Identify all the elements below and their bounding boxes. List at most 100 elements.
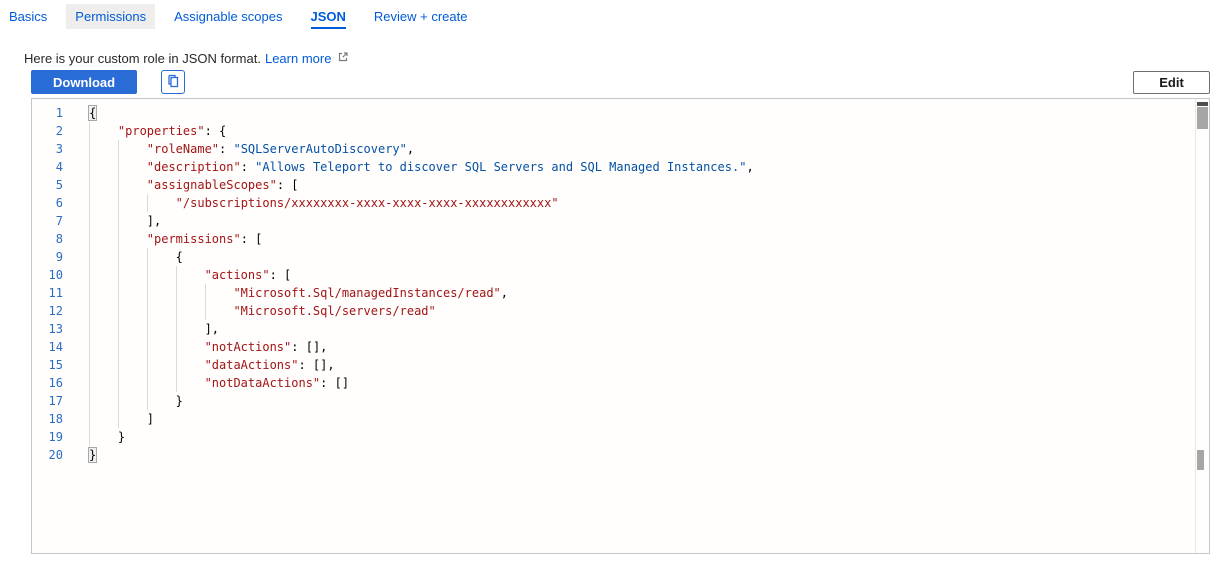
indent-guide bbox=[118, 410, 147, 428]
line-content: "description": "Allows Teleport to disco… bbox=[89, 158, 754, 176]
indent-guide bbox=[176, 302, 205, 320]
indent-guide bbox=[147, 302, 176, 320]
tab-assignable-scopes[interactable]: Assignable scopes bbox=[165, 4, 291, 29]
copy-button[interactable] bbox=[161, 70, 185, 94]
indent-guide bbox=[118, 356, 147, 374]
line-number: 11 bbox=[32, 284, 63, 302]
indent-guide bbox=[89, 140, 118, 158]
code-line: 8"permissions": [ bbox=[32, 230, 1195, 248]
indent-guide bbox=[118, 140, 147, 158]
line-content: } bbox=[89, 446, 96, 464]
code-line: 16 "notDataActions": [] bbox=[32, 374, 1195, 392]
indent-guide bbox=[89, 212, 118, 230]
editor-scrollbar[interactable] bbox=[1195, 99, 1209, 553]
line-content: "/subscriptions/xxxxxxxx-xxxx-xxxx-xxxx-… bbox=[89, 194, 559, 212]
line-number: 17 bbox=[32, 392, 63, 410]
line-content: "notActions": [], bbox=[89, 338, 327, 356]
line-number: 20 bbox=[32, 446, 63, 464]
indent-guide bbox=[147, 248, 176, 266]
indent-guide bbox=[176, 284, 205, 302]
indent-guide bbox=[118, 320, 147, 338]
code-line: 15 "dataActions": [], bbox=[32, 356, 1195, 374]
line-content: } bbox=[89, 428, 125, 446]
code-line: 9{ bbox=[32, 248, 1195, 266]
code-line: 17} bbox=[32, 392, 1195, 410]
indent-guide bbox=[89, 230, 118, 248]
copy-icon bbox=[165, 73, 181, 92]
line-content: "notDataActions": [] bbox=[89, 374, 349, 392]
indent-guide bbox=[89, 428, 118, 446]
code-lines: 1 {2"properties": {3 "roleName": "SQLServe… bbox=[32, 99, 1195, 553]
line-content: "assignableScopes": [ bbox=[89, 176, 299, 194]
line-number: 13 bbox=[32, 320, 63, 338]
code-line: 12"Microsoft.Sql/servers/read" bbox=[32, 302, 1195, 320]
line-content: { bbox=[89, 248, 183, 266]
code-line: 7], bbox=[32, 212, 1195, 230]
code-line: 19} bbox=[32, 428, 1195, 446]
indent-guide bbox=[89, 266, 118, 284]
indent-guide bbox=[176, 374, 205, 392]
indent-guide bbox=[89, 194, 118, 212]
tab-permissions[interactable]: Permissions bbox=[66, 4, 155, 29]
code-line: 2"properties": { bbox=[32, 122, 1195, 140]
description-text: Here is your custom role in JSON format. bbox=[24, 51, 261, 66]
line-content: { bbox=[89, 104, 96, 122]
scrollbar-thumb[interactable] bbox=[1197, 107, 1208, 129]
tab-json[interactable]: JSON bbox=[302, 4, 355, 29]
json-code-editor[interactable]: 1 {2"properties": {3 "roleName": "SQLServe… bbox=[31, 98, 1210, 554]
indent-guide bbox=[118, 248, 147, 266]
download-button[interactable]: Download bbox=[31, 70, 137, 94]
line-number: 19 bbox=[32, 428, 63, 446]
code-line: 13], bbox=[32, 320, 1195, 338]
line-number: 5 bbox=[32, 176, 63, 194]
line-number: 16 bbox=[32, 374, 63, 392]
indent-guide bbox=[176, 266, 205, 284]
indent-guide bbox=[118, 194, 147, 212]
learn-more-link[interactable]: Learn more bbox=[265, 51, 331, 66]
line-content: "roleName": "SQLServerAutoDiscovery", bbox=[89, 140, 414, 158]
indent-guide bbox=[147, 194, 176, 212]
line-number: 18 bbox=[32, 410, 63, 428]
line-number: 4 bbox=[32, 158, 63, 176]
line-number: 2 bbox=[32, 122, 63, 140]
code-line: 4 "description": "Allows Teleport to disc… bbox=[32, 158, 1195, 176]
line-content: "dataActions": [], bbox=[89, 356, 335, 374]
line-content: "Microsoft.Sql/managedInstances/read", bbox=[89, 284, 508, 302]
indent-guide bbox=[89, 338, 118, 356]
line-content: ], bbox=[89, 320, 219, 338]
line-number: 10 bbox=[32, 266, 63, 284]
line-content: ], bbox=[89, 212, 161, 230]
indent-guide bbox=[176, 338, 205, 356]
edit-button[interactable]: Edit bbox=[1133, 71, 1210, 94]
indent-guide bbox=[118, 158, 147, 176]
tab-basics[interactable]: Basics bbox=[0, 4, 56, 29]
indent-guide bbox=[118, 284, 147, 302]
code-line: 10"actions": [ bbox=[32, 266, 1195, 284]
indent-guide bbox=[205, 302, 234, 320]
code-line: 3 "roleName": "SQLServerAutoDiscovery", bbox=[32, 140, 1195, 158]
indent-guide bbox=[89, 284, 118, 302]
overview-ruler-cursor-mark bbox=[1197, 450, 1204, 470]
code-line: 5 "assignableScopes": [ bbox=[32, 176, 1195, 194]
line-number: 8 bbox=[32, 230, 63, 248]
indent-guide bbox=[89, 320, 118, 338]
line-number: 15 bbox=[32, 356, 63, 374]
indent-guide bbox=[89, 122, 118, 140]
line-number: 1 bbox=[32, 104, 63, 122]
indent-guide bbox=[89, 176, 118, 194]
external-link-icon bbox=[337, 51, 349, 66]
indent-guide bbox=[89, 158, 118, 176]
indent-guide bbox=[147, 266, 176, 284]
indent-guide bbox=[89, 374, 118, 392]
indent-guide bbox=[118, 374, 147, 392]
indent-guide bbox=[118, 338, 147, 356]
line-number: 3 bbox=[32, 140, 63, 158]
overview-ruler-top-mark bbox=[1197, 102, 1208, 106]
indent-guide bbox=[118, 176, 147, 194]
tab-review-create[interactable]: Review + create bbox=[365, 4, 477, 29]
indent-guide bbox=[89, 410, 118, 428]
line-content: "Microsoft.Sql/servers/read" bbox=[89, 302, 436, 320]
line-number: 6 bbox=[32, 194, 63, 212]
indent-guide bbox=[147, 374, 176, 392]
indent-guide bbox=[205, 284, 234, 302]
